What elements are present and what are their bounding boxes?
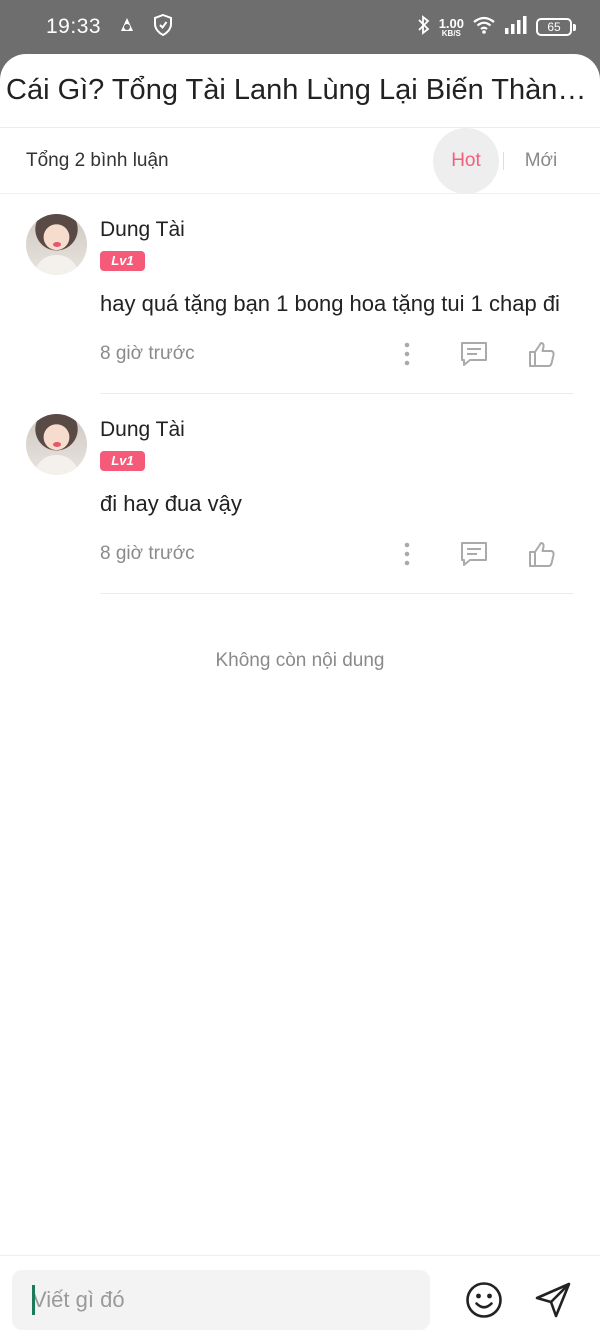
reply-icon[interactable] [440,534,507,574]
sort-hot-button[interactable]: Hot [433,127,499,194]
status-time: 19:33 [46,15,102,38]
app-notification-icon [117,15,137,40]
comment-text: đi hay đua vậy [100,491,242,516]
comments-sheet: Cái Gì? Tổng Tài Lanh Lùng Lại Biến Thàn… [0,54,600,1343]
like-icon[interactable] [507,534,574,574]
avatar[interactable] [26,414,87,475]
comment-author[interactable]: Dung Tài [100,416,574,446]
level-badge: Lv1 [100,251,145,271]
shield-icon [153,13,173,41]
comment-item: Dung Tài Lv1 hay quá tặng bạn 1 bong hoa… [0,194,600,394]
network-speed: 1.00 KB/S [438,15,464,38]
comment-divider [100,593,573,594]
wifi-icon [472,15,496,40]
comment-input-box[interactable] [12,1269,431,1330]
like-icon[interactable] [507,334,574,374]
signal-icon [504,15,528,39]
sort-toggle: Hot Mới [433,127,574,194]
more-icon[interactable] [373,534,440,574]
comment-text: hay quá tặng bạn 1 bong hoa tặng tui 1 c… [100,291,560,316]
avatar[interactable] [26,214,87,275]
send-icon[interactable] [519,1270,588,1330]
comment-time: 8 giờ trước [100,543,195,564]
page-title: Cái Gì? Tổng Tài Lanh Lùng Lại Biến Thàn… [0,54,600,128]
level-badge: Lv1 [100,451,145,471]
status-bar: 19:33 1.00 KB/S 65 [0,0,600,54]
emoji-icon[interactable] [449,1270,518,1330]
reply-icon[interactable] [440,334,507,374]
comment-count: Tổng 2 bình luận [26,149,169,171]
filter-bar: Tổng 2 bình luận Hot Mới [0,127,600,194]
more-icon[interactable] [373,334,440,374]
bluetooth-icon [417,14,431,40]
battery-icon: 65 [536,18,576,36]
end-of-list-message: Không còn nội dung [215,650,385,671]
sort-new-button[interactable]: Mới [508,150,574,172]
sort-divider [503,151,504,170]
comment-author[interactable]: Dung Tài [100,216,574,246]
comment-input[interactable] [32,1286,431,1313]
comment-item: Dung Tài Lv1 đi hay đua vậy 8 giờ trước [0,394,600,594]
text-caret [32,1284,35,1315]
composer-bar [0,1255,600,1343]
comment-time: 8 giờ trước [100,343,195,364]
